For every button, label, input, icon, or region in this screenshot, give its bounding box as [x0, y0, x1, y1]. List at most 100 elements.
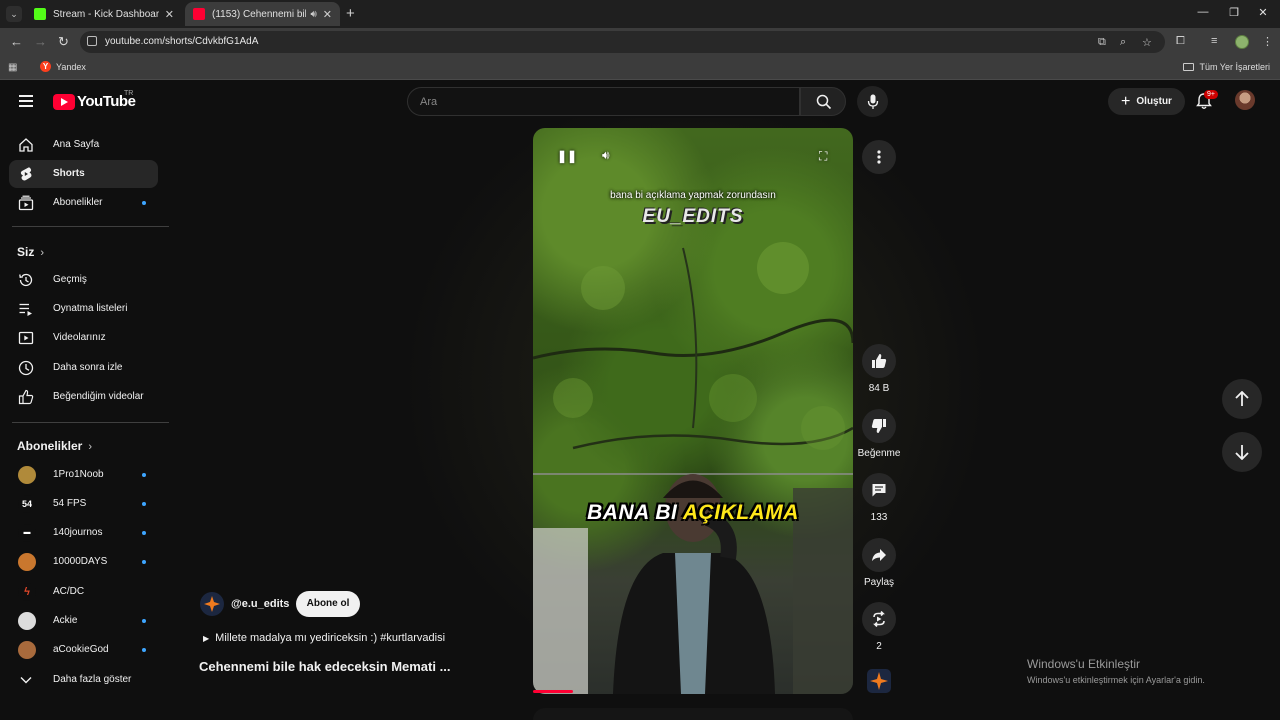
extensions-icon[interactable]: ⧠ [1176, 35, 1185, 48]
sidebar-channel-140journos[interactable]: ▬ 140journos [9, 519, 158, 547]
thumbs-up-icon [872, 354, 887, 368]
tab-close-icon[interactable]: ✕ [323, 8, 332, 21]
browser-tab-youtube[interactable]: (1153) Cehennemi bile hak 🔊︎ ✕ [185, 2, 340, 26]
liked-videos-icon [18, 389, 34, 405]
pause-icon[interactable]: ❚❚ [557, 149, 577, 163]
zoom-icon[interactable]: ⌕ [1120, 36, 1126, 49]
new-tab-button[interactable]: + [346, 5, 355, 22]
sidebar-item-history[interactable]: Geçmiş [9, 266, 158, 294]
shorts-video-player[interactable]: bana bi açıklama yapmak zorundasın EU_ED… [533, 128, 853, 694]
short-description[interactable]: ▶ Millete madalya mı yediriceksin :) #kur… [203, 632, 445, 644]
address-bar[interactable]: youtube.com/shorts/CdvkbfG1AdA ⧉ ⌕ ☆ [80, 31, 1165, 53]
shorts-icon [20, 167, 32, 181]
channel-handle[interactable]: @e.u_edits [231, 598, 289, 610]
chevron-down-icon [20, 677, 32, 684]
forward-icon[interactable]: → [34, 34, 47, 49]
sidebar-item-your-videos[interactable]: Videolarınız [9, 324, 158, 352]
arrow-down-icon [1235, 445, 1249, 460]
all-bookmarks-button[interactable]: Tüm Yer İşaretleri [1183, 62, 1270, 72]
notification-count-badge: 9+ [1204, 90, 1218, 99]
windows-activation-notice: Windows'u Etkinleştir Windows'u etkinleş… [1027, 657, 1205, 685]
sidebar-section-subscriptions[interactable]: Abonelikler › [17, 439, 92, 453]
url-text: youtube.com/shorts/CdvkbfG1AdA [105, 36, 259, 47]
sidebar-item-shorts[interactable]: Shorts [9, 160, 158, 188]
browser-tab-kick[interactable]: Stream - Kick Dashboard ✕ [26, 2, 182, 26]
bookmark-star-icon[interactable]: ☆ [1142, 36, 1152, 49]
reload-icon[interactable]: ↻ [58, 34, 69, 50]
fullscreen-icon[interactable]: ⛶ [819, 149, 827, 164]
comments-button[interactable]: 133 [862, 473, 896, 523]
sidebar-channel-54fps[interactable]: 54 54 FPS [9, 490, 158, 518]
channel-logo-icon [870, 672, 888, 690]
like-button[interactable]: 84 B [862, 344, 896, 394]
dislike-button[interactable]: Beğenme [858, 409, 900, 459]
search-icon [816, 94, 832, 110]
video-caption-top: bana bi açıklama yapmak zorundasın [610, 190, 776, 201]
sidebar-item-label: Oynatma listeleri [53, 303, 128, 314]
browser-tab-strip: ⌄ Stream - Kick Dashboard ✕ (1153) Cehen… [0, 0, 1280, 28]
sidebar-item-liked-videos[interactable]: Beğendiğim videolar [9, 383, 158, 411]
next-short-button[interactable] [1222, 432, 1262, 472]
comment-count: 133 [870, 512, 888, 523]
window-close-icon[interactable]: ✕ [1256, 6, 1270, 19]
volume-icon[interactable]: 🔊︎ [602, 148, 610, 163]
sidebar-channel-ackie[interactable]: Ackie [9, 607, 158, 635]
browser-menu-icon[interactable]: ⋮ [1262, 35, 1273, 48]
activation-subtitle: Windows'u etkinleştirmek için Ayarlar'a … [1027, 675, 1205, 685]
sidebar-show-more[interactable]: Daha fazla göster [9, 666, 158, 694]
video-progress-bar[interactable] [533, 690, 573, 693]
tab-close-icon[interactable]: ✕ [165, 8, 174, 21]
sidebar-item-subscriptions[interactable]: Abonelikler [9, 189, 158, 217]
sidebar-channel-1pro1noob[interactable]: 1Pro1Noob [9, 461, 158, 489]
tab-search-button[interactable]: ⌄ [6, 6, 22, 22]
sidebar-item-playlists[interactable]: Oynatma listeleri [9, 295, 158, 323]
sidebar-item-label: Shorts [53, 168, 85, 179]
apps-grid-icon[interactable]: ▦ [8, 62, 17, 73]
install-app-icon[interactable]: ⧉ [1098, 36, 1106, 49]
bookmark-yandex[interactable]: Y Yandex [40, 61, 86, 72]
channel-name: 140journos [53, 527, 103, 538]
channel-thumbnail[interactable] [867, 669, 891, 693]
sidebar-channel-10000days[interactable]: 10000DAYS [9, 548, 158, 576]
minimize-icon[interactable]: — [1196, 6, 1210, 18]
new-content-dot [142, 473, 146, 477]
sidebar-item-home[interactable]: Ana Sayfa [9, 131, 158, 159]
share-button[interactable]: Paylaş [862, 538, 896, 588]
voice-search-button[interactable] [857, 86, 888, 117]
menu-icon[interactable] [19, 95, 33, 110]
profile-avatar-icon[interactable] [1235, 35, 1249, 49]
create-button[interactable]: + Oluştur [1108, 88, 1185, 115]
back-icon[interactable]: ← [10, 34, 23, 49]
media-controls-icon[interactable]: ≡ [1211, 35, 1217, 47]
search-button[interactable] [800, 87, 846, 116]
sidebar-section-you[interactable]: Siz › [17, 245, 44, 259]
youtube-logo[interactable]: YouTube TR [53, 90, 136, 110]
sidebar-item-watch-later[interactable]: Daha sonra izle [9, 354, 158, 382]
sidebar-item-label: Videolarınız [53, 332, 106, 343]
more-options-button[interactable] [862, 140, 896, 174]
video-subject-person [613, 474, 775, 694]
caption-highlight-text: AÇIKLAMA [682, 501, 799, 524]
all-bookmarks-label: Tüm Yer İşaretleri [1199, 62, 1270, 72]
site-info-icon[interactable] [87, 36, 97, 46]
restore-icon[interactable]: ❐ [1227, 6, 1241, 19]
sidebar-channel-acookiegod[interactable]: aCookieGod [9, 636, 158, 664]
channel-name: 10000DAYS [53, 556, 108, 567]
account-avatar[interactable] [1235, 90, 1255, 110]
short-title[interactable]: Cehennemi bile hak edeceksin Memati ... [199, 659, 450, 674]
youtube-favicon-icon [193, 8, 205, 20]
channel-avatar[interactable] [200, 592, 224, 616]
remix-button[interactable]: 2 [862, 602, 896, 652]
channel-name: 54 FPS [53, 498, 87, 509]
plus-icon: + [1121, 92, 1131, 110]
folder-icon [1183, 63, 1195, 71]
subscriptions-icon [18, 195, 34, 211]
search-input[interactable]: Ara [407, 87, 800, 116]
sidebar-channel-acdc[interactable]: ϟ AC/DC [9, 578, 158, 606]
audio-playing-icon[interactable]: 🔊︎ [310, 9, 316, 20]
channel-name: aCookieGod [53, 644, 109, 655]
subscribe-button[interactable]: Abone ol [296, 591, 360, 617]
sidebar-item-label: Daha sonra izle [53, 362, 123, 373]
channel-avatar [18, 612, 36, 630]
previous-short-button[interactable] [1222, 379, 1262, 419]
